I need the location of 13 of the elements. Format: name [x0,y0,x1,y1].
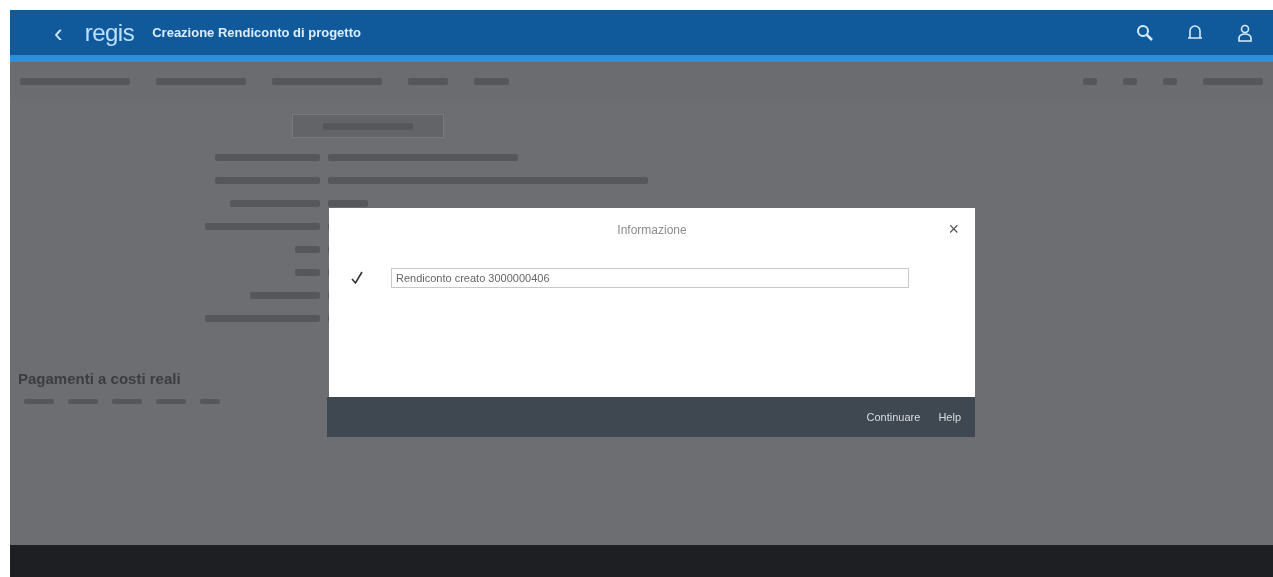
message-field[interactable]: Rendiconto creato 3000000406 [391,268,909,288]
app-logo: regis [84,18,135,47]
user-icon[interactable] [1235,22,1255,43]
search-icon[interactable] [1135,22,1155,43]
checkmark-icon [351,271,363,285]
page-title: Creazione Rendiconto di progetto [152,25,361,40]
close-button[interactable]: × [946,220,961,238]
blurred-button[interactable] [292,114,444,138]
dialog-button[interactable]: Continuare [860,407,927,427]
dialog-button[interactable]: Help [932,407,967,427]
dialog-title: Informazione [617,223,687,237]
blurred-value [328,200,368,207]
back-button[interactable]: ‹ [50,19,67,46]
